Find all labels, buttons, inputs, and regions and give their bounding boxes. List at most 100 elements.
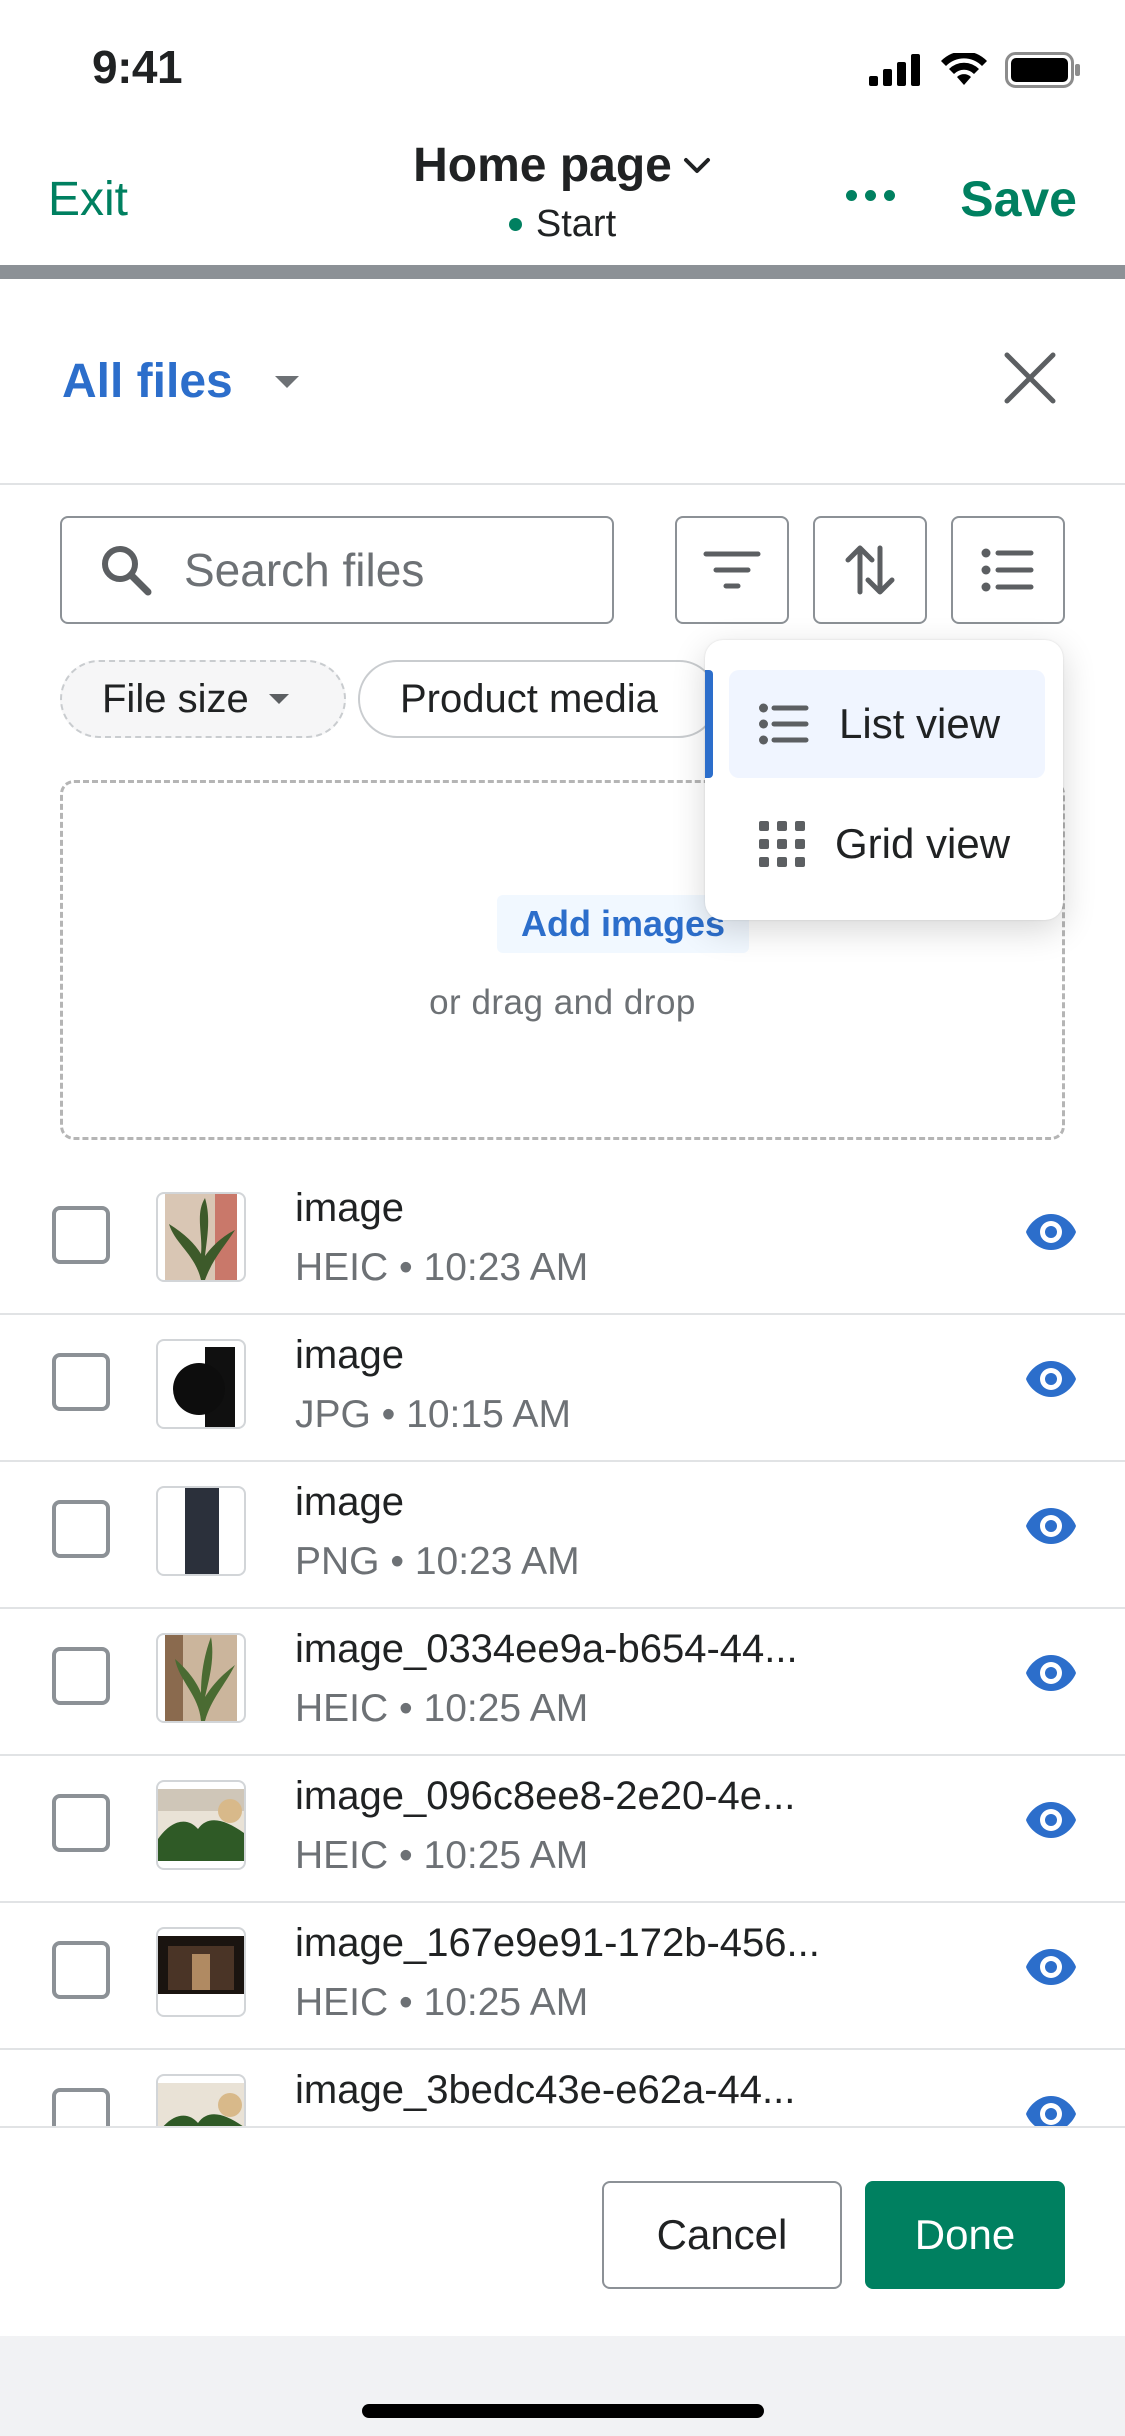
cellular-signal-icon xyxy=(869,54,920,86)
file-name: image xyxy=(295,1480,404,1524)
eye-icon xyxy=(1026,1361,1076,1397)
all-files-label: All files xyxy=(62,355,233,408)
file-list: image HEIC • 10:23 AM image JPG • 10:15 … xyxy=(0,1168,1125,2126)
file-thumbnail xyxy=(156,2074,246,2126)
file-row[interactable]: image HEIC • 10:23 AM xyxy=(0,1168,1125,1315)
file-picker-header: All files xyxy=(0,279,1125,485)
eye-icon xyxy=(1026,1802,1076,1838)
eye-icon xyxy=(1026,1949,1076,1985)
file-checkbox[interactable] xyxy=(52,1794,110,1852)
grid-icon xyxy=(759,821,805,867)
file-meta: HEIC • 10:23 AM xyxy=(295,1246,589,1289)
file-checkbox[interactable] xyxy=(52,1647,110,1705)
view-toggle-button[interactable] xyxy=(951,516,1065,624)
file-name: image_0334ee9a-b654-44... xyxy=(295,1627,798,1671)
menu-item-list-view[interactable]: List view xyxy=(729,670,1045,778)
file-meta: HEIC • 10:25 AM xyxy=(295,1834,589,1877)
product-media-label: Product media xyxy=(400,676,658,721)
page-title[interactable]: Home page xyxy=(413,138,712,193)
drag-drop-hint: or drag and drop xyxy=(429,983,696,1022)
file-name: image_167e9e91-172b-456... xyxy=(295,1921,820,1965)
status-time: 9:41 xyxy=(92,41,183,93)
more-dot-icon xyxy=(865,190,876,201)
all-files-dropdown[interactable]: All files xyxy=(62,354,301,409)
search-icon xyxy=(102,546,152,596)
chevron-down-icon xyxy=(683,157,710,173)
page-status-label: Start xyxy=(535,203,617,245)
close-button[interactable] xyxy=(1001,349,1059,407)
done-button[interactable]: Done xyxy=(865,2181,1065,2289)
file-size-filter-chip[interactable]: File size xyxy=(60,660,346,738)
file-row[interactable]: image_3bedc43e-e62a-44... xyxy=(0,2050,1125,2126)
close-icon xyxy=(1004,352,1056,404)
eye-icon xyxy=(1026,2096,1076,2126)
file-name: image xyxy=(295,1186,404,1230)
preview-button[interactable] xyxy=(1025,1947,1077,1992)
page-status: Start xyxy=(0,203,1125,246)
cancel-button[interactable]: Cancel xyxy=(602,2181,842,2289)
file-checkbox[interactable] xyxy=(52,1500,110,1558)
battery-icon xyxy=(1005,52,1080,88)
eye-icon xyxy=(1026,1655,1076,1691)
home-indicator[interactable] xyxy=(362,2404,764,2418)
view-options-menu: List view Grid view xyxy=(705,640,1063,920)
file-checkbox[interactable] xyxy=(52,2088,110,2126)
list-icon xyxy=(981,548,1034,592)
list-icon xyxy=(759,703,809,745)
sort-button[interactable] xyxy=(813,516,927,624)
menu-item-grid-view[interactable]: Grid view xyxy=(729,790,1045,898)
status-dot-icon xyxy=(508,218,522,231)
dark-bar-thumbnail-icon xyxy=(165,1488,237,1574)
filter-button[interactable] xyxy=(675,516,789,624)
file-checkbox[interactable] xyxy=(52,1941,110,1999)
page-selector[interactable]: Home page Start xyxy=(0,138,1125,246)
page-title-label: Home page xyxy=(413,139,672,192)
file-thumbnail xyxy=(156,1633,246,1723)
file-row[interactable]: image JPG • 10:15 AM xyxy=(0,1315,1125,1462)
menu-item-label: List view xyxy=(839,700,1001,747)
eye-icon xyxy=(1026,1508,1076,1544)
home-indicator-area xyxy=(0,2336,1125,2436)
more-dot-icon xyxy=(884,190,895,201)
plant-thumbnail-icon xyxy=(165,1635,237,1721)
product-media-filter-chip[interactable]: Product media xyxy=(358,660,718,738)
file-row[interactable]: image_167e9e91-172b-456... HEIC • 10:25 … xyxy=(0,1903,1125,2050)
caret-down-icon xyxy=(274,375,299,388)
file-meta: PNG • 10:23 AM xyxy=(295,1540,580,1583)
menu-item-label: Grid view xyxy=(835,820,1011,867)
preview-button[interactable] xyxy=(1025,1653,1077,1698)
file-row[interactable]: image PNG • 10:23 AM xyxy=(0,1462,1125,1609)
file-thumbnail xyxy=(156,1192,246,1282)
top-divider xyxy=(0,265,1125,279)
file-row[interactable]: image_096c8ee8-2e20-4e... HEIC • 10:25 A… xyxy=(0,1756,1125,1903)
picker-footer: Cancel Done xyxy=(0,2126,1125,2336)
file-row[interactable]: image_0334ee9a-b654-44... HEIC • 10:25 A… xyxy=(0,1609,1125,1756)
preview-button[interactable] xyxy=(1025,1800,1077,1845)
more-actions-button[interactable] xyxy=(846,190,895,201)
file-name: image_3bedc43e-e62a-44... xyxy=(295,2068,796,2112)
file-meta: JPG • 10:15 AM xyxy=(295,1393,571,1436)
eye-icon xyxy=(1026,1214,1076,1250)
preview-button[interactable] xyxy=(1025,1506,1077,1551)
file-checkbox[interactable] xyxy=(52,1206,110,1264)
more-dot-icon xyxy=(846,190,857,201)
preview-button[interactable] xyxy=(1025,1212,1077,1257)
file-thumbnail xyxy=(156,1780,246,1870)
leaves-thumbnail-icon xyxy=(158,1789,244,1861)
file-thumbnail xyxy=(156,1339,246,1429)
save-button[interactable]: Save xyxy=(960,170,1077,228)
search-field[interactable] xyxy=(60,516,614,624)
filter-icon xyxy=(703,551,761,589)
caret-down-icon xyxy=(268,694,289,704)
file-thumbnail xyxy=(156,1486,246,1576)
preview-button[interactable] xyxy=(1025,1359,1077,1404)
sort-icon xyxy=(845,545,895,595)
plant-thumbnail-icon xyxy=(165,1194,237,1280)
preview-button[interactable] xyxy=(1025,2094,1077,2126)
file-checkbox[interactable] xyxy=(52,1353,110,1411)
wifi-icon xyxy=(941,53,987,85)
editor-top-bar: Exit Home page Start Save xyxy=(0,130,1125,265)
status-icons xyxy=(869,52,1081,88)
search-input[interactable] xyxy=(184,543,584,597)
file-name: image xyxy=(295,1333,404,1377)
